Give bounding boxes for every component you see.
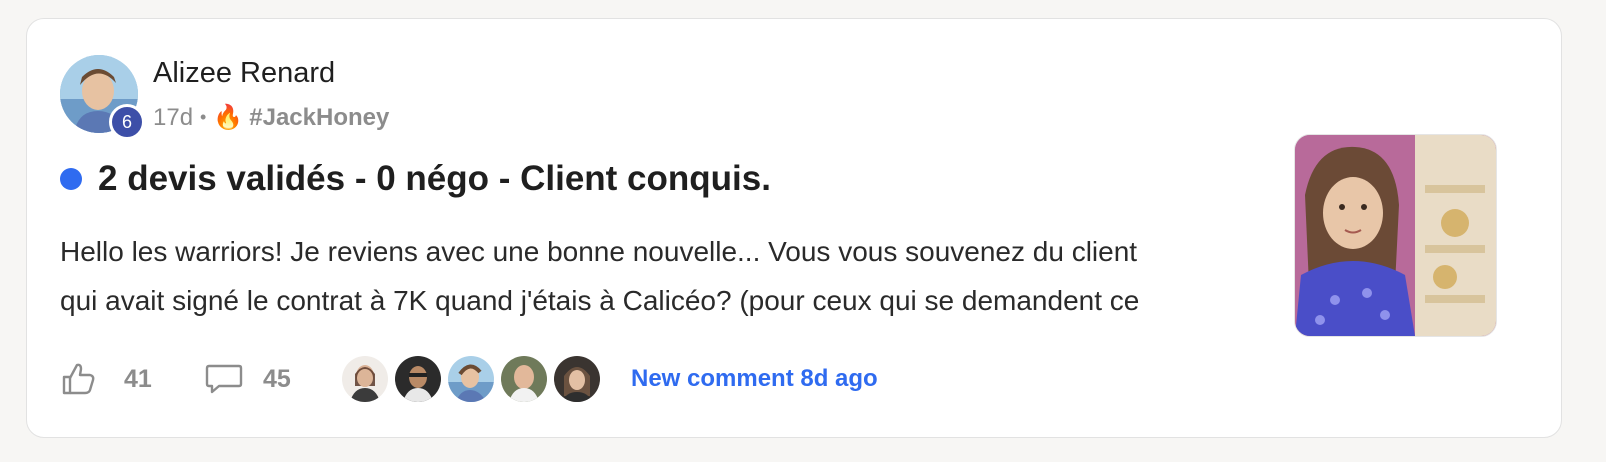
post-card[interactable]: 6 Alizee Renard 17d • 🔥 #JackHoney 2 dev… <box>26 18 1562 438</box>
post-age: 17d <box>153 103 194 131</box>
meta-separator: • <box>200 107 207 127</box>
post-footer: 41 45 New comment 8d ago <box>60 353 960 405</box>
new-comment-link[interactable]: New comment 8d ago <box>631 353 878 405</box>
comment-count: 45 <box>263 364 291 393</box>
unread-indicator <box>60 168 82 190</box>
author-name[interactable]: Alizee Renard <box>153 57 335 90</box>
commenter-avatar[interactable] <box>552 354 602 404</box>
like-count: 41 <box>124 364 152 393</box>
commenter-avatars[interactable] <box>340 353 605 405</box>
comment-bubble-icon <box>205 364 243 394</box>
fire-icon: 🔥 <box>213 104 244 131</box>
post-thumbnail[interactable] <box>1294 134 1497 337</box>
commenter-avatar[interactable] <box>340 354 390 404</box>
title-row[interactable]: 2 devis validés - 0 négo - Client conqui… <box>60 159 771 199</box>
like-button[interactable]: 41 <box>60 353 152 405</box>
channel-tag[interactable]: #JackHoney <box>249 104 389 132</box>
post-meta: 17d • 🔥 #JackHoney <box>153 103 389 132</box>
level-badge: 6 <box>109 104 145 140</box>
commenter-avatar[interactable] <box>446 354 496 404</box>
commenter-avatar[interactable] <box>499 354 549 404</box>
comment-button[interactable]: 45 <box>205 353 291 405</box>
thumbs-up-icon <box>62 363 95 395</box>
post-body[interactable]: Hello les warriors! Je reviens avec une … <box>60 227 1280 325</box>
thumbnail-image <box>1295 135 1496 336</box>
commenter-avatar[interactable] <box>393 354 443 404</box>
post-title[interactable]: 2 devis validés - 0 négo - Client conqui… <box>98 159 771 199</box>
